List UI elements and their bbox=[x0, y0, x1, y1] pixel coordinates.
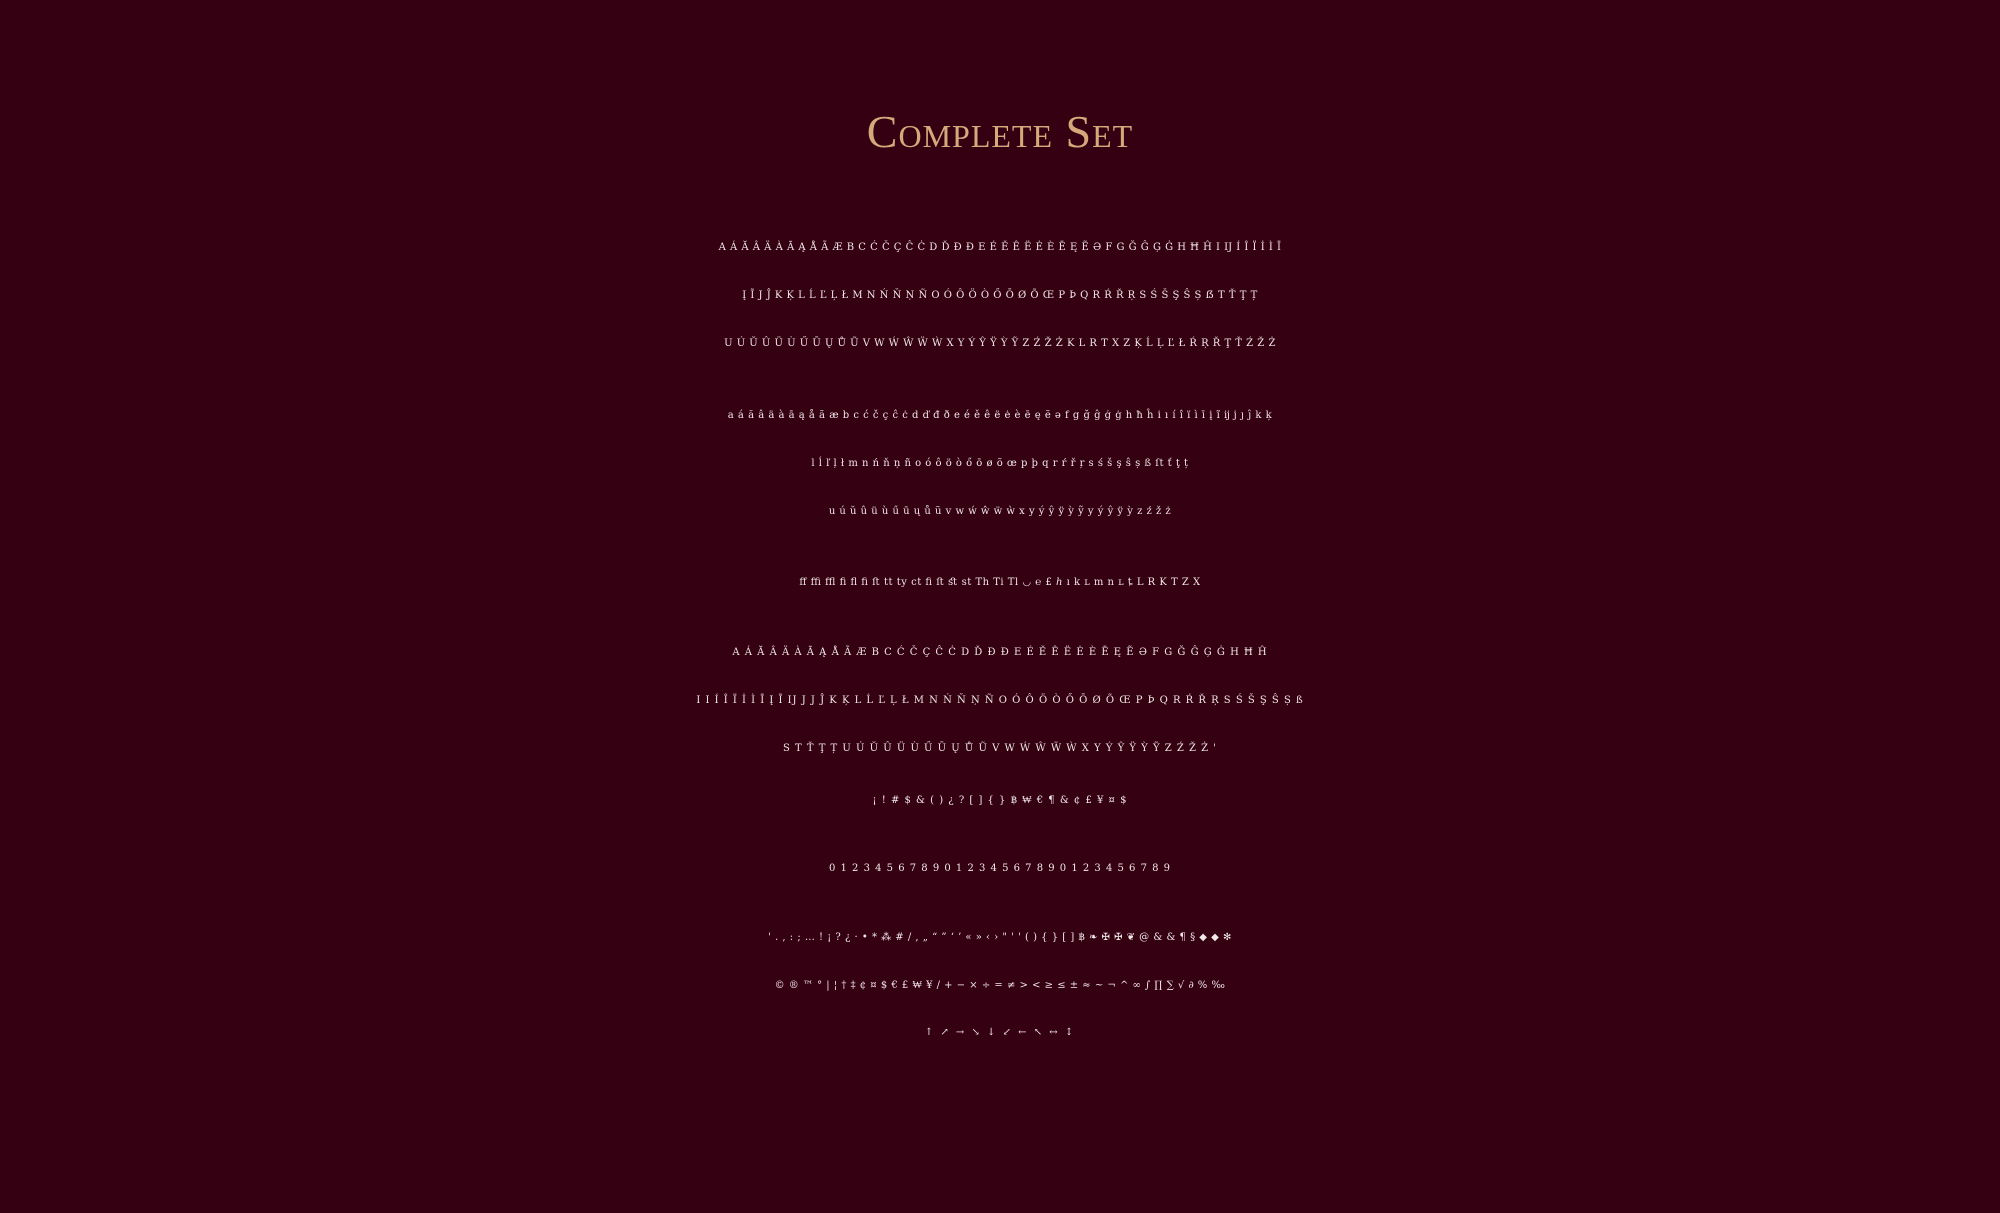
punctuation-line-1: ' . , : ; … ! ¡ ? ¿ · • * ⁂ # / , „ “ ” … bbox=[768, 932, 1232, 943]
smallcaps-line-3: S T Ť Ţ Ț U Ú Ŭ Û Ü Ù Ű Ū Ų Ů Ũ V W Ẃ Ŵ … bbox=[782, 743, 1218, 754]
uppercase-line-3: U Ú Ŭ Û Ü Ù Ű Ū Ų Ů Ũ V W Ẃ Ŵ Ẅ Ẁ X Y Ý … bbox=[724, 338, 1276, 349]
smallcaps-line-1: A Á Ă Â Ä À Ā Ą Å Ã Æ B C Ć Č Ç Ĉ Ċ D Ď … bbox=[732, 647, 1268, 658]
smallcaps-line-2: I I Í Î Ï İ Ì Ī Į Ĩ IJ J J Ĵ K Ķ L Ĺ Ľ Ļ… bbox=[696, 695, 1304, 706]
uppercase-line-2: Į Ĩ J Ĵ K Ķ L Ĺ Ľ Ļ Ł M N Ń Ň Ņ Ñ O Ó Ô … bbox=[742, 290, 1258, 301]
page-title: Complete Set bbox=[866, 106, 1134, 157]
numerals-line: 0 1 2 3 4 5 6 7 8 9 0 1 2 3 4 5 6 7 8 9 … bbox=[828, 863, 1172, 874]
small-symbols-line: ¡ ! # $ & ( ) ¿ ? [ ] { } ฿ ₩ € ¶ & ¢ £ … bbox=[872, 795, 1128, 806]
glyph-specimen-page: Complete Set A Á Ă Â Ä À Ā Ą Å Ã Æ B C Ć… bbox=[0, 0, 2000, 1213]
lowercase-line-3: u ú ŭ û ü ù ű ū ų ů ũ v w ẃ ŵ ẅ ẁ x y ý … bbox=[828, 506, 1172, 517]
uppercase-line-1: A Á Ă Â Ä À Ā Ą Å Ã Æ B C Ć Č Ç Ĉ Ċ D Ď … bbox=[718, 242, 1282, 253]
lowercase-line-1: a á ă â ä à ā ą å ã æ b c ć č ç ĉ ċ d ď … bbox=[727, 410, 1273, 421]
ligatures-line: ﬀ ﬃ ﬄ ﬁ ﬂ ﬁ ﬅ tt ty ct ﬁ ﬅ ﬆ st Th Ti Tl… bbox=[799, 577, 1201, 588]
lowercase-line-2: l ĺ ľ ļ ł m n ń ň ņ ñ o ó ô ö ò ő ō ø õ … bbox=[811, 458, 1189, 469]
punctuation-line-2: © ® ™ ° | ¦ † ‡ ¢ ¤ $ € £ ₩ ¥ / + − × ÷ … bbox=[774, 980, 1226, 991]
arrows-line: ↑ ↗ → ↘ ↓ ↙ ← ↖ ↔ ↕ bbox=[924, 1027, 1076, 1038]
